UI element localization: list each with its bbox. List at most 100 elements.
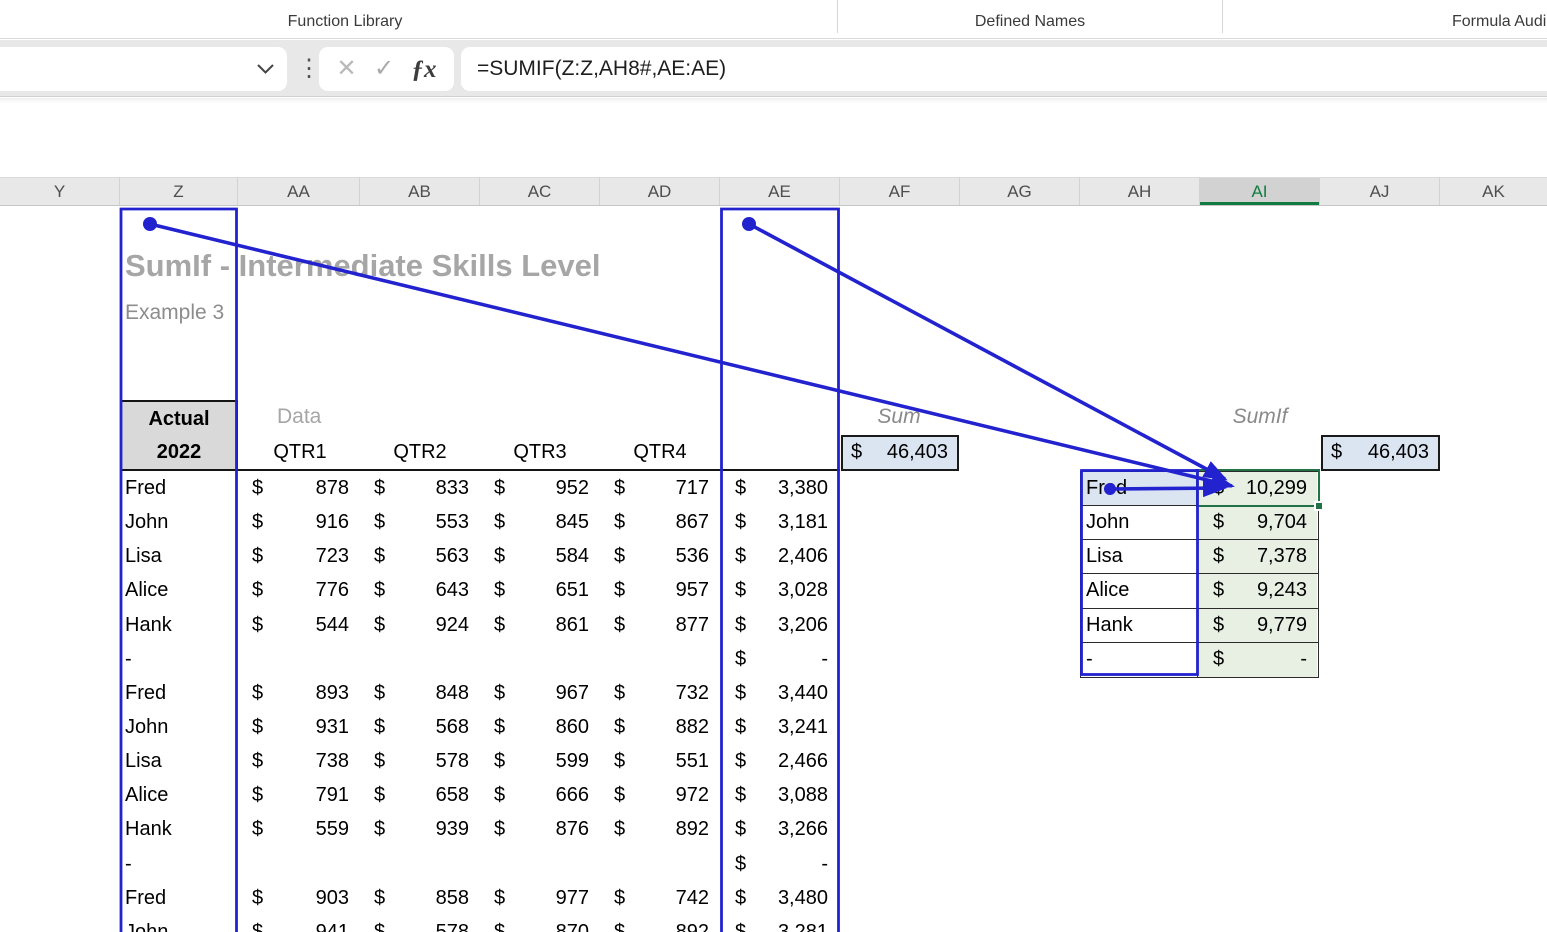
qtr3-cell[interactable]: $ 599 bbox=[480, 744, 600, 778]
column-header[interactable]: AG bbox=[960, 178, 1080, 205]
qtr1-cell[interactable]: $ 893 bbox=[238, 676, 360, 710]
qtr2-cell[interactable]: $ 578 bbox=[360, 915, 480, 932]
qtr4-cell[interactable]: $ 892 bbox=[600, 915, 720, 932]
qtr3-cell[interactable]: $ 977 bbox=[480, 881, 600, 915]
sumif-total-cell[interactable]: $ 46,403 bbox=[1321, 435, 1440, 471]
column-header[interactable]: AD bbox=[600, 178, 720, 205]
name-cell[interactable]: Hank bbox=[120, 608, 238, 642]
qtr2-cell[interactable]: $ 833 bbox=[360, 471, 480, 505]
row-total-cell[interactable]: $ 3,206 bbox=[720, 608, 840, 642]
formula-input[interactable]: =SUMIF(Z:Z,AH8#,AE:AE) bbox=[461, 47, 1547, 91]
qtr2-cell[interactable]: $ 568 bbox=[360, 710, 480, 744]
name-cell[interactable]: - bbox=[120, 642, 238, 676]
quarter-header-cell[interactable]: QTR3 bbox=[480, 435, 600, 470]
formula-bar-handle-icon[interactable]: ⋮ bbox=[297, 47, 321, 91]
row-total-cell[interactable]: $ 3,028 bbox=[720, 573, 840, 607]
qtr4-cell[interactable]: $ 732 bbox=[600, 676, 720, 710]
quarter-header-cell[interactable]: QTR1 bbox=[240, 435, 360, 470]
row-total-cell[interactable]: $ 3,480 bbox=[720, 881, 840, 915]
sumif-label-cell[interactable]: SumIf bbox=[1200, 405, 1320, 429]
row-total-cell[interactable]: $ 3,440 bbox=[720, 676, 840, 710]
name-cell[interactable]: John bbox=[120, 915, 238, 932]
row-total-cell[interactable]: $ 3,181 bbox=[720, 505, 840, 539]
qtr3-cell[interactable]: $ 860 bbox=[480, 710, 600, 744]
qtr4-cell[interactable]: $ 551 bbox=[600, 744, 720, 778]
name-cell[interactable]: Fred bbox=[120, 676, 238, 710]
result-value-cell[interactable]: $ - bbox=[1198, 643, 1317, 677]
row-total-cell[interactable]: $ - bbox=[720, 847, 840, 881]
column-header[interactable]: AK bbox=[1440, 178, 1547, 205]
cancel-icon[interactable]: ✕ bbox=[336, 57, 356, 81]
data-label-cell[interactable]: Data bbox=[277, 405, 321, 429]
result-name-cell[interactable]: Alice bbox=[1081, 574, 1198, 607]
result-value-cell[interactable]: $ 7,378 bbox=[1198, 540, 1317, 573]
column-header[interactable]: Y bbox=[0, 178, 120, 205]
row-total-cell[interactable]: $ 3,241 bbox=[720, 710, 840, 744]
sum-total-cell[interactable]: $ 46,403 bbox=[841, 435, 959, 471]
quarter-header-cell[interactable]: QTR4 bbox=[600, 435, 720, 470]
qtr3-cell[interactable]: $ 952 bbox=[480, 471, 600, 505]
qtr1-cell[interactable]: $ 931 bbox=[238, 710, 360, 744]
result-name-cell[interactable]: - bbox=[1081, 643, 1198, 677]
qtr1-cell[interactable]: $ 559 bbox=[238, 812, 360, 846]
qtr3-cell[interactable]: $ 876 bbox=[480, 812, 600, 846]
qtr2-cell[interactable]: $ 563 bbox=[360, 539, 480, 573]
result-value-cell[interactable]: $ 9,243 bbox=[1198, 574, 1317, 607]
qtr4-cell[interactable]: $ 882 bbox=[600, 710, 720, 744]
name-cell[interactable]: Fred bbox=[120, 881, 238, 915]
qtr2-cell[interactable]: $ 578 bbox=[360, 744, 480, 778]
qtr4-cell[interactable]: $ 892 bbox=[600, 812, 720, 846]
qtr1-cell[interactable]: $ 723 bbox=[238, 539, 360, 573]
qtr1-cell[interactable]: $ 791 bbox=[238, 778, 360, 812]
result-value-cell[interactable]: $ 9,779 bbox=[1198, 609, 1317, 642]
name-cell[interactable]: John bbox=[120, 710, 238, 744]
result-name-cell[interactable]: Lisa bbox=[1081, 540, 1198, 573]
column-header[interactable]: Z bbox=[120, 178, 238, 205]
result-value-cell[interactable]: $ 9,704 bbox=[1198, 506, 1317, 539]
result-name-cell[interactable]: Fred bbox=[1081, 472, 1198, 505]
qtr3-cell[interactable]: $ 870 bbox=[480, 915, 600, 932]
column-header[interactable]: AJ bbox=[1320, 178, 1440, 205]
qtr2-cell[interactable]: $ 658 bbox=[360, 778, 480, 812]
column-header[interactable]: AB bbox=[360, 178, 480, 205]
qtr3-cell[interactable]: $ 666 bbox=[480, 778, 600, 812]
qtr3-cell[interactable]: $ 845 bbox=[480, 505, 600, 539]
name-box[interactable] bbox=[0, 47, 287, 91]
qtr1-cell[interactable]: $ 738 bbox=[238, 744, 360, 778]
name-cell[interactable]: Hank bbox=[120, 812, 238, 846]
quarter-header-cell[interactable]: QTR2 bbox=[360, 435, 480, 470]
name-cell[interactable]: Lisa bbox=[120, 539, 238, 573]
row-total-cell[interactable]: $ 3,281 bbox=[720, 915, 840, 932]
name-cell[interactable]: Alice bbox=[120, 778, 238, 812]
sum-label-cell[interactable]: Sum bbox=[840, 405, 958, 429]
name-cell[interactable]: John bbox=[120, 505, 238, 539]
qtr2-cell[interactable]: $ 848 bbox=[360, 676, 480, 710]
qtr4-cell[interactable]: $ 972 bbox=[600, 778, 720, 812]
qtr4-cell[interactable]: $ 877 bbox=[600, 608, 720, 642]
name-cell[interactable]: Lisa bbox=[120, 744, 238, 778]
column-header[interactable]: AE bbox=[720, 178, 840, 205]
row-total-cell[interactable]: $ 2,406 bbox=[720, 539, 840, 573]
qtr3-cell[interactable]: $ 651 bbox=[480, 573, 600, 607]
insert-function-icon[interactable]: ƒx bbox=[412, 57, 437, 82]
qtr1-cell[interactable]: $ 903 bbox=[238, 881, 360, 915]
sheet-title-cell[interactable]: SumIf - Intermediate Skills Level bbox=[125, 248, 601, 284]
qtr3-cell[interactable]: $ 584 bbox=[480, 539, 600, 573]
qtr2-cell[interactable]: $ 553 bbox=[360, 505, 480, 539]
qtr2-cell[interactable]: $ 643 bbox=[360, 573, 480, 607]
row-total-cell[interactable]: $ 3,088 bbox=[720, 778, 840, 812]
qtr3-cell[interactable]: $ 861 bbox=[480, 608, 600, 642]
name-cell[interactable]: Alice bbox=[120, 573, 238, 607]
sheet-subtitle-cell[interactable]: Example 3 bbox=[125, 301, 224, 325]
qtr4-cell[interactable]: $ 867 bbox=[600, 505, 720, 539]
fill-handle[interactable] bbox=[1314, 501, 1324, 511]
column-header[interactable]: AH bbox=[1080, 178, 1200, 205]
row-total-cell[interactable]: $ 2,466 bbox=[720, 744, 840, 778]
qtr2-cell[interactable]: $ 858 bbox=[360, 881, 480, 915]
qtr2-cell[interactable]: $ 939 bbox=[360, 812, 480, 846]
result-name-cell[interactable]: Hank bbox=[1081, 609, 1198, 642]
row-total-cell[interactable]: $ - bbox=[720, 642, 840, 676]
column-header[interactable]: AC bbox=[480, 178, 600, 205]
column-header[interactable]: AF bbox=[840, 178, 960, 205]
chevron-down-icon[interactable] bbox=[257, 64, 274, 74]
